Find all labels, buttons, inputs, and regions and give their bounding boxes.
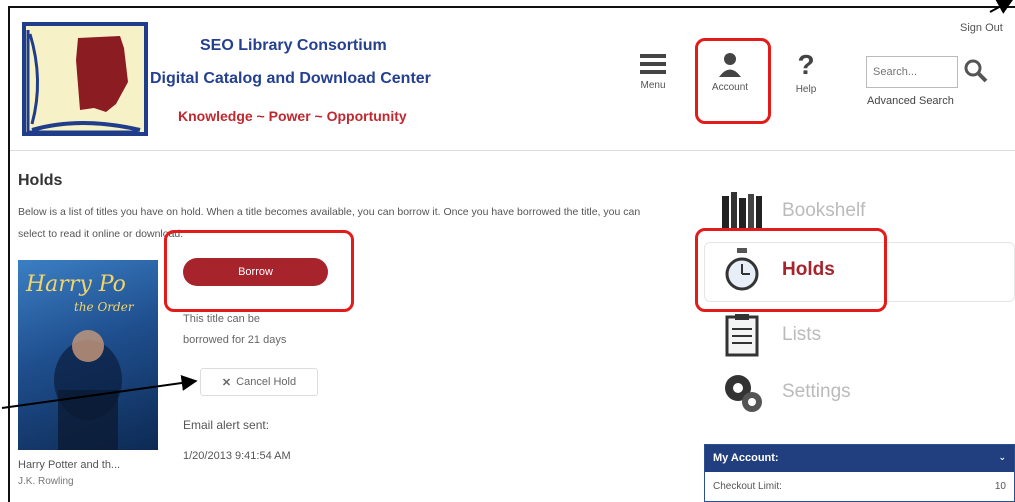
book-title[interactable]: Harry Potter and th... — [18, 459, 120, 471]
cancel-hold-button[interactable]: ✕ Cancel Hold — [200, 368, 318, 396]
hamburger-icon — [640, 54, 666, 74]
sidebar-label-bookshelf: Bookshelf — [782, 200, 866, 221]
sidebar-item-lists[interactable]: Lists — [720, 313, 821, 357]
sidebar-item-settings[interactable]: Settings — [720, 370, 851, 414]
sidebar-item-bookshelf[interactable]: Bookshelf — [720, 190, 865, 232]
sign-out-link[interactable]: Sign Out — [960, 22, 1003, 34]
my-account-header[interactable]: My Account: ⌄ — [705, 445, 1014, 472]
chevron-down-icon: ⌄ — [998, 452, 1006, 462]
close-icon: ✕ — [221, 376, 232, 389]
cancel-hold-label: Cancel Hold — [236, 376, 297, 388]
search-icon[interactable] — [963, 58, 989, 84]
menu-label: Menu — [640, 80, 666, 91]
my-account-panel: My Account: ⌄ Checkout Limit: 10 — [704, 444, 1015, 502]
book-author: J.K. Rowling — [18, 476, 74, 487]
borrow-highlight — [164, 230, 354, 312]
menu-button[interactable]: Menu — [633, 52, 673, 91]
search-input[interactable] — [866, 56, 958, 88]
holds-highlight — [695, 228, 887, 312]
gear-icon — [725, 375, 762, 412]
bookshelf-icon — [722, 192, 762, 230]
advanced-search-link[interactable]: Advanced Search — [867, 95, 954, 107]
header-divider — [10, 150, 1015, 151]
book-cover[interactable]: Harry Po the Order — [18, 260, 158, 450]
ohio-logo — [22, 22, 148, 136]
checkout-limit-row: Checkout Limit: 10 — [705, 472, 1014, 502]
borrow-note-line-1: This title can be — [183, 313, 261, 325]
borrow-note-line-2: borrowed for 21 days — [183, 334, 287, 346]
brand-line-2: Digital Catalog and Download Center — [150, 70, 431, 87]
sidebar-label-settings: Settings — [782, 381, 851, 402]
my-account-title: My Account: — [713, 452, 779, 464]
cover-art — [54, 330, 122, 450]
brand-line-1: SEO Library Consortium — [200, 37, 387, 54]
question-icon: ? — [797, 49, 815, 80]
clipboard-icon — [725, 314, 759, 357]
page-title: Holds — [18, 172, 63, 189]
sidebar-label-lists: Lists — [782, 324, 822, 345]
help-label: Help — [795, 84, 817, 95]
help-button[interactable]: ? Help — [786, 49, 826, 96]
checkout-limit-value: 10 — [994, 481, 1006, 492]
tagline: Knowledge ~ Power ~ Opportunity — [178, 108, 407, 124]
account-highlight — [695, 38, 771, 124]
email-alert-label: Email alert sent: — [183, 418, 270, 432]
checkout-limit-label: Checkout Limit: — [713, 481, 782, 492]
email-alert-date: 1/20/2013 9:41:54 AM — [183, 450, 291, 462]
